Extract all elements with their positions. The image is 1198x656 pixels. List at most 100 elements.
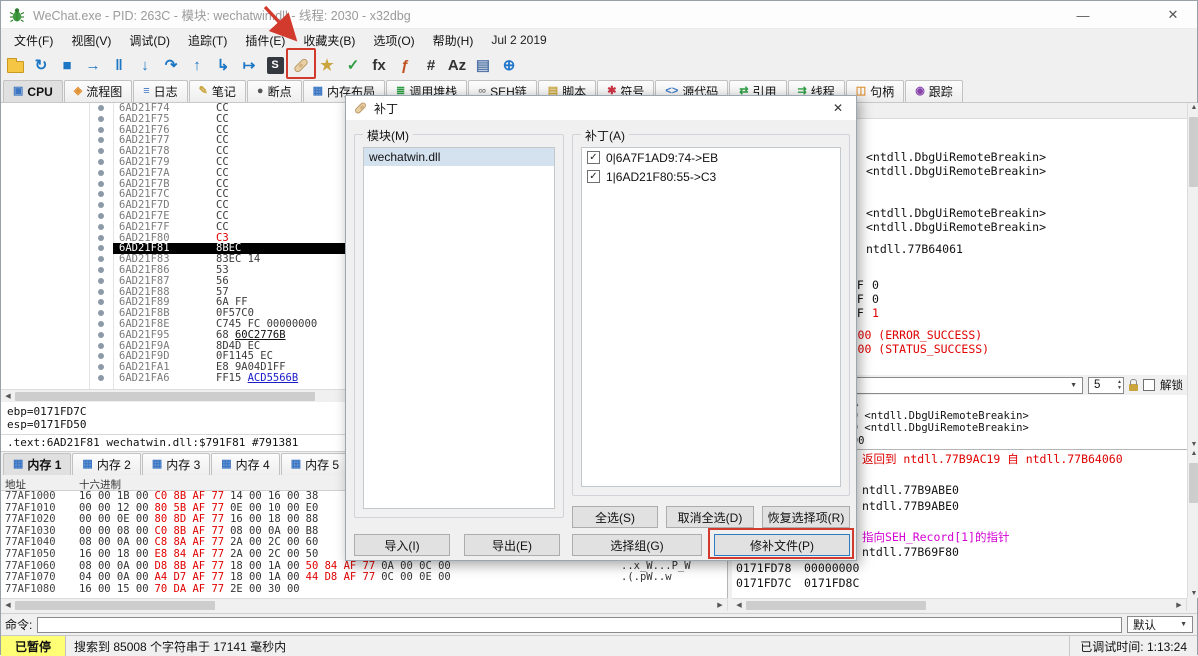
scroll-up-icon[interactable]: ▲ [1188,450,1198,457]
breakpoint-dot[interactable] [98,158,104,165]
step-over-button[interactable]: ↷ [159,53,183,77]
command-input[interactable] [37,616,1122,633]
step-out-button[interactable]: ↑ [185,53,209,77]
memory-row[interactable]: 77AF1070 04 00 0A 00 A4 D7 AF 77 18 00 1A 0… [1,572,727,584]
menu-item-file[interactable]: 文件(F) [5,29,62,52]
menu-item-view[interactable]: 视图(V) [62,29,120,52]
calculator-button[interactable]: fx [367,53,391,77]
breakpoint-dot[interactable] [98,364,104,371]
dialog-close-button[interactable]: ✕ [820,96,856,120]
stop-button[interactable]: ■ [55,53,79,77]
breakpoint-dot[interactable] [98,245,104,252]
run-button[interactable]: → [81,53,105,77]
check-button[interactable]: ✓ [341,53,365,77]
memory-h-scrollbar[interactable]: ◀ ▶ [1,598,728,611]
breakpoint-dot[interactable] [98,277,104,284]
breakpoint-dot[interactable] [98,299,104,306]
stack-h-scrollbar[interactable]: ◀ ▶ [732,598,1187,611]
scroll-left-icon[interactable]: ◀ [1,392,15,400]
dialog-title-bar[interactable]: 补丁 ✕ [346,96,856,120]
registers-v-scrollbar[interactable]: ▲ ▼ [1187,103,1198,449]
restart-button[interactable]: ↻ [29,53,53,77]
breakpoint-dot[interactable] [98,256,104,263]
tab-breakpoints[interactable]: ● 断点 [246,80,302,102]
breakpoint-dot[interactable] [98,191,104,198]
menu-item-options[interactable]: 选项(O) [364,29,423,52]
scroll-thumb[interactable] [15,600,215,610]
memory-tab-3[interactable]: ▦ 内存 3 [141,453,211,475]
scroll-left-icon[interactable]: ◀ [1,601,15,609]
command-profile-select[interactable]: 默认 ▼ [1127,616,1193,633]
symbols-globe-button[interactable]: ⊕ [497,53,521,77]
deselect-all-button[interactable]: 取消全选(D) [666,506,754,528]
breakpoint-dot[interactable] [98,331,104,338]
stack-v-scrollbar[interactable]: ▲ ▼ [1187,449,1198,598]
depth-spinner[interactable]: 5 ▲ ▼ [1088,376,1124,394]
tab-graph[interactable]: ◈ 流程图 [63,80,133,102]
breakpoint-dot[interactable] [98,353,104,360]
breakpoint-dot[interactable] [98,310,104,317]
select-group-button[interactable]: 选择组(G) [572,534,702,556]
restore-selection-button[interactable]: 恢复选择项(R) [762,506,850,528]
memory-row[interactable]: 77AF1080 16 00 15 00 70 DA AF 77 2E 00 30 0… [1,583,727,596]
scylla-button[interactable]: S [263,53,287,77]
open-file-button[interactable] [3,53,27,77]
spinner-arrows-icon[interactable]: ▲ ▼ [1117,379,1122,392]
scroll-right-icon[interactable]: ▶ [1172,601,1186,609]
breakpoint-dot[interactable] [98,148,104,155]
breakpoint-dot[interactable] [98,288,104,295]
breakpoint-dot[interactable] [98,223,104,230]
breakpoint-dot[interactable] [98,266,104,273]
patch-checkbox[interactable]: ✓ [587,151,600,164]
breakpoint-dot[interactable] [98,234,104,241]
module-list-item[interactable]: wechatwin.dll [364,148,554,166]
breakpoint-dot[interactable] [98,105,104,111]
breakpoint-dot[interactable] [98,202,104,209]
menu-item-trace[interactable]: 追踪(T) [179,29,236,52]
select-all-button[interactable]: 全选(S) [572,506,658,528]
stack-row[interactable]: 0171FD78 00000000 [732,561,1187,577]
function-button[interactable]: ƒ [393,53,417,77]
menu-item-help[interactable]: 帮助(H) [424,29,483,52]
favourites-button[interactable]: ★ [315,53,339,77]
scroll-thumb[interactable] [15,391,315,401]
step-into-button[interactable]: ↓ [133,53,157,77]
breakpoint-dot[interactable] [98,180,104,187]
breakpoint-dot[interactable] [98,126,104,133]
tab-notes[interactable]: ✎ 笔记 [188,80,246,102]
export-button[interactable]: 导出(E) [464,534,560,556]
breakpoint-dot[interactable] [98,169,104,176]
unlock-checkbox[interactable] [1143,379,1155,391]
memory-tab-1[interactable]: ▦ 内存 1 [3,453,72,475]
stack-row[interactable]: 0171FD7C 0171FD8C [732,576,1187,592]
patch-list-item[interactable]: ✓ 0|6A7F1AD9:74->EB [582,148,840,167]
scroll-down-icon[interactable]: ▼ [1188,441,1198,448]
pause-button[interactable]: ‖ [107,53,131,77]
hash-button[interactable]: # [419,53,443,77]
strings-button[interactable]: Az [445,53,469,77]
tab-trace[interactable]: ◉ 跟踪 [905,80,963,102]
scroll-thumb[interactable] [1189,463,1198,503]
memory-tab-5[interactable]: ▦ 内存 5 [280,453,350,475]
run-to-return-button[interactable]: ↳ [211,53,235,77]
breakpoint-dot[interactable] [98,212,104,219]
memory-tab-4[interactable]: ▦ 内存 4 [211,453,280,475]
scroll-down-icon[interactable]: ▼ [1188,590,1198,597]
minimize-button[interactable]: — [1061,1,1105,29]
import-button[interactable]: 导入(I) [354,534,450,556]
scroll-thumb[interactable] [1189,117,1198,187]
breakpoint-dot[interactable] [98,115,104,122]
tab-log[interactable]: ≡ 日志 [133,80,188,102]
patch-checkbox[interactable]: ✓ [587,170,600,183]
scroll-right-icon[interactable]: ▶ [713,601,727,609]
close-button[interactable]: ✕ [1151,1,1195,29]
memory-map-button[interactable]: ▤ [471,53,495,77]
breakpoint-dot[interactable] [98,342,104,349]
tab-cpu[interactable]: ▣ CPU [3,80,63,102]
breakpoint-dot[interactable] [98,137,104,144]
menu-item-debug[interactable]: 调试(D) [120,29,179,52]
patch-list-item[interactable]: ✓ 1|6AD21F80:55->C3 [582,167,840,186]
breakpoint-dot[interactable] [98,374,104,381]
scroll-left-icon[interactable]: ◀ [732,601,746,609]
skip-button[interactable]: ↦ [237,53,261,77]
